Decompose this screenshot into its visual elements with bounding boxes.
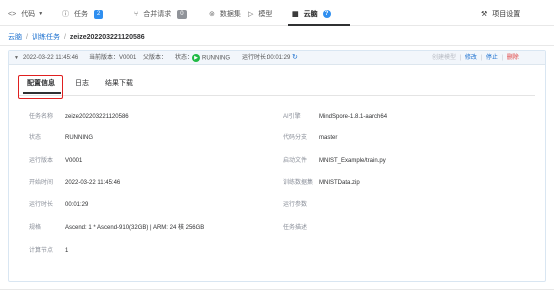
breadcrumb: 云脑 / 训练任务 / zeize202203221120586 bbox=[8, 32, 145, 42]
compute-nodes-value: 1 bbox=[65, 248, 69, 254]
breadcrumb-current: zeize202203221120586 bbox=[69, 33, 145, 41]
page-footer-divider bbox=[0, 289, 554, 290]
repo-top-nav: <> 代码 ▼ ⓘ 任务 2 ⑂ 合并请求 0 ⊚ 数据集 ▷ 模型 ▦ 云脑 … bbox=[0, 0, 554, 26]
breadcrumb-separator: / bbox=[26, 33, 28, 41]
ai-engine-label: AI引擎 bbox=[283, 114, 301, 120]
nav-models[interactable]: ▷ 模型 bbox=[248, 8, 272, 20]
startup-file-value: MNIST_Example/train.py bbox=[319, 158, 386, 164]
spec-label: 规格 bbox=[29, 225, 42, 231]
status-label: 状态： bbox=[175, 55, 194, 61]
chevron-down-icon: ▼ bbox=[38, 11, 44, 17]
breadcrumb-training-link[interactable]: 训练任务 bbox=[32, 32, 60, 42]
active-tab-indicator bbox=[288, 24, 350, 26]
task-name-label: 任务名称 bbox=[29, 114, 54, 120]
nav-tasks-label: 任务 bbox=[74, 11, 88, 18]
task-description-label: 任务描述 bbox=[283, 225, 308, 231]
nav-cloudbrain[interactable]: ▦ 云脑 ? bbox=[292, 8, 331, 20]
create-model-button[interactable]: 创建模型 bbox=[432, 55, 456, 61]
run-version-value: V0001 bbox=[65, 158, 83, 164]
merge-icon: ⑂ bbox=[134, 10, 139, 18]
merge-count-badge: 0 bbox=[177, 9, 187, 19]
run-version-label: 运行版本 bbox=[29, 158, 54, 164]
task-actions: 创建模型 | 修改 | 停止 | 删除 bbox=[432, 54, 519, 62]
current-version: 当前版本：V0001 bbox=[89, 55, 137, 61]
nav-merge-label: 合并请求 bbox=[143, 11, 172, 18]
nav-datasets[interactable]: ⊚ 数据集 bbox=[209, 8, 241, 20]
run-params-label: 运行参数 bbox=[283, 202, 308, 208]
task-name-value: zeize202203221120586 bbox=[65, 114, 129, 120]
nav-code[interactable]: <> 代码 ▼ bbox=[8, 8, 43, 20]
status-indicator: ▶ RUNNING bbox=[192, 54, 230, 63]
settings-icon: ⚒ bbox=[481, 11, 488, 18]
info-circle-icon: ⓘ bbox=[62, 11, 69, 18]
action-separator: | bbox=[459, 55, 462, 61]
code-branch-label: 代码分支 bbox=[283, 135, 308, 141]
duration-field-value: 00:01:29 bbox=[65, 202, 89, 208]
breadcrumb-separator: / bbox=[63, 33, 66, 41]
tab-logs[interactable]: 日志 bbox=[75, 79, 89, 89]
highlight-annotation bbox=[18, 75, 63, 99]
breadcrumb-cloudbrain-link[interactable]: 云脑 bbox=[8, 32, 22, 42]
running-icon: ▶ bbox=[192, 54, 200, 62]
duration-field-label: 运行时长 bbox=[29, 202, 54, 208]
compute-nodes-label: 计算节点 bbox=[29, 248, 54, 254]
code-icon: <> bbox=[8, 10, 17, 18]
tabs-divider bbox=[19, 95, 535, 96]
stop-button[interactable]: 停止 bbox=[486, 55, 498, 61]
nav-cloudbrain-label: 云脑 bbox=[303, 11, 318, 18]
nav-code-label: 代码 bbox=[21, 11, 36, 18]
nav-project-settings[interactable]: ⚒ 项目设置 bbox=[481, 8, 520, 20]
parent-version: 父版本： bbox=[143, 55, 168, 61]
collapse-caret-icon[interactable]: ▼ bbox=[14, 54, 19, 62]
status-field-value: RUNNING bbox=[65, 135, 93, 141]
training-dataset-label: 训练数据集 bbox=[283, 180, 314, 186]
modify-button[interactable]: 修改 bbox=[465, 55, 477, 61]
startup-file-label: 启动文件 bbox=[283, 158, 308, 164]
start-time-value: 2022-03-22 11:45:46 bbox=[65, 180, 121, 186]
delete-button[interactable]: 删除 bbox=[507, 55, 519, 61]
action-separator: | bbox=[501, 55, 504, 61]
tab-result-download[interactable]: 结果下载 bbox=[105, 79, 133, 89]
status-value: RUNNING bbox=[202, 55, 230, 62]
nav-tasks[interactable]: ⓘ 任务 2 bbox=[62, 8, 104, 20]
dataset-icon: ⊚ bbox=[209, 11, 215, 18]
code-branch-value: master bbox=[319, 135, 338, 141]
nav-models-label: 模型 bbox=[258, 11, 273, 18]
nav-datasets-label: 数据集 bbox=[219, 11, 241, 18]
task-detail-card: ▼ 2022-03-22 11:45:46 当前版本：V0001 父版本： 状态… bbox=[8, 50, 546, 282]
divider bbox=[0, 45, 554, 46]
spec-value: Ascend: 1 * Ascend-910(32GB) | ARM: 24 核… bbox=[65, 225, 205, 231]
training-dataset-value: MNISTData.zip bbox=[319, 180, 360, 186]
nav-settings-label: 项目设置 bbox=[492, 11, 521, 18]
status-field-label: 状态 bbox=[29, 135, 42, 141]
nav-merge-requests[interactable]: ⑂ 合并请求 0 bbox=[134, 8, 187, 20]
start-time-label: 开始时间 bbox=[29, 180, 54, 186]
action-separator: | bbox=[480, 55, 483, 61]
refresh-icon[interactable]: ↻ bbox=[292, 54, 298, 62]
ai-engine-value: MindSpore-1.8.1-aarch64 bbox=[319, 114, 388, 120]
cloudbrain-icon: ▦ bbox=[292, 11, 299, 18]
task-version-header: ▼ 2022-03-22 11:45:46 当前版本：V0001 父版本： 状态… bbox=[9, 51, 545, 65]
help-icon[interactable]: ? bbox=[322, 10, 331, 18]
model-icon: ▷ bbox=[248, 11, 254, 18]
version-timestamp: 2022-03-22 11:45:46 bbox=[23, 55, 79, 61]
tasks-count-badge: 2 bbox=[94, 9, 104, 19]
duration-value: 00:01:29 bbox=[267, 55, 291, 61]
